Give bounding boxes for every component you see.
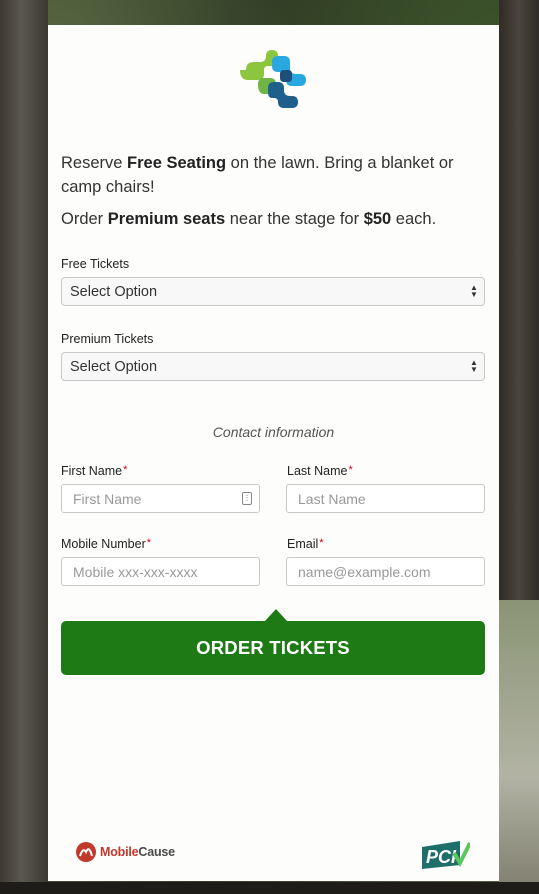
email-label: Email* xyxy=(287,537,324,551)
mobile-number-label: Mobile Number* xyxy=(61,537,151,551)
last-name-placeholder: Last Name xyxy=(298,491,366,507)
intro-text-part: Order xyxy=(61,210,108,228)
first-name-input[interactable]: First Name ⋮ xyxy=(61,484,260,513)
intro-premium-line: Order Premium seats near the stage for $… xyxy=(61,207,486,231)
mobilecause-text-a: Mobile xyxy=(100,845,139,859)
required-mark: * xyxy=(123,464,128,476)
autofill-contact-icon[interactable]: ⋮ xyxy=(242,492,252,505)
free-tickets-label: Free Tickets xyxy=(61,257,130,271)
first-name-label-text: First Name xyxy=(61,464,123,478)
email-label-text: Email xyxy=(287,537,319,551)
mobilecause-logo-icon xyxy=(76,842,96,862)
premium-tickets-select[interactable]: Select Option ▲ ▼ xyxy=(61,352,485,381)
order-tickets-button[interactable]: ORDER TICKETS xyxy=(61,621,485,675)
select-arrows-icon: ▲ ▼ xyxy=(470,283,478,299)
last-name-label: Last Name* xyxy=(287,464,353,478)
intro-price: $50 xyxy=(363,210,392,228)
pci-badge-icon: PCI xyxy=(422,841,470,869)
email-placeholder: name@example.com xyxy=(298,564,431,580)
button-caret xyxy=(265,609,287,621)
free-tickets-value: Select Option xyxy=(70,284,158,300)
mobile-number-placeholder: Mobile xxx-xxx-xxxx xyxy=(73,564,198,580)
bottom-bar xyxy=(0,882,539,894)
premium-tickets-label: Premium Tickets xyxy=(61,332,154,346)
intro-text-part: each. xyxy=(391,210,437,228)
intro-premium-seats: Premium seats xyxy=(107,210,226,228)
email-input[interactable]: name@example.com xyxy=(286,557,485,586)
intro-text-part: Reserve xyxy=(61,154,128,172)
required-mark: * xyxy=(146,537,152,549)
required-mark: * xyxy=(319,537,324,549)
required-mark: * xyxy=(348,464,353,476)
last-name-input[interactable]: Last Name xyxy=(286,484,485,513)
background-path xyxy=(499,600,539,894)
free-tickets-select[interactable]: Select Option ▲ ▼ xyxy=(61,277,485,306)
intro-free-seating: Free Seating xyxy=(127,154,227,172)
background-tree-trunk xyxy=(0,0,48,894)
intro-text-part: near the stage for xyxy=(225,210,364,228)
ticket-form-card: Reserve Free Seating on the lawn. Bring … xyxy=(48,25,499,881)
mobile-number-label-text: Mobile Number xyxy=(61,537,146,551)
premium-tickets-value: Select Option xyxy=(70,359,158,375)
contact-section-title: Contact information xyxy=(212,424,335,440)
pci-badge-text: PCI xyxy=(426,847,457,867)
mobile-number-input[interactable]: Mobile xxx-xxx-xxxx xyxy=(61,557,260,586)
intro-text: Reserve Free Seating on the lawn. Bring … xyxy=(61,151,486,239)
mobilecause-logo[interactable]: MobileCause xyxy=(75,840,175,864)
first-name-placeholder: First Name xyxy=(73,491,142,507)
intro-free-line: Reserve Free Seating on the lawn. Bring … xyxy=(61,151,486,199)
first-name-label: First Name* xyxy=(61,464,127,478)
org-logo-icon xyxy=(240,50,306,108)
select-arrows-icon: ▲ ▼ xyxy=(470,358,478,374)
mobilecause-text-b: Cause xyxy=(138,845,175,859)
mobilecause-text: MobileCause xyxy=(100,845,175,859)
background-tree-right xyxy=(499,0,539,620)
last-name-label-text: Last Name xyxy=(287,464,348,478)
